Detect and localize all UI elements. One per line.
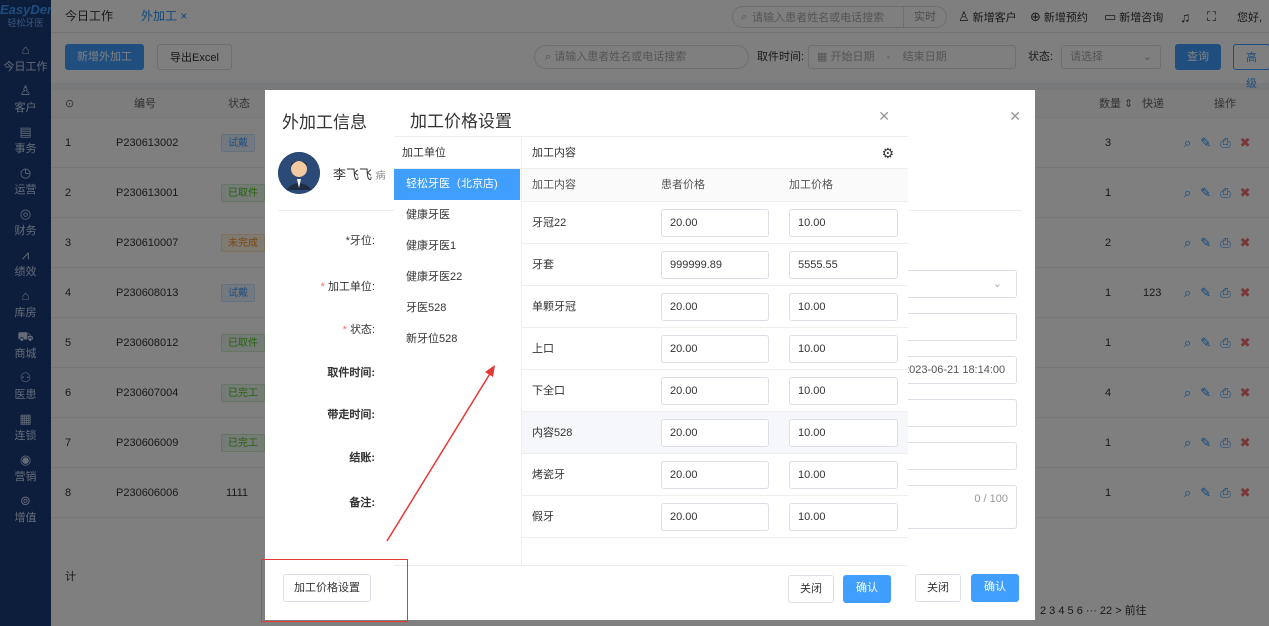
gear-icon[interactable]: ⚙ [881, 137, 894, 169]
price-item-name: 单颗牙冠 [532, 301, 576, 313]
process-price-input[interactable]: 10.00 [789, 377, 898, 405]
price-close-button[interactable]: 关闭 [788, 575, 834, 603]
patient-name-text: 李飞飞 [333, 167, 373, 182]
price-item-name: 上口 [532, 343, 554, 355]
state-label-text: 状态: [349, 324, 375, 336]
takeaway-time-input[interactable] [905, 399, 1017, 427]
unit-item[interactable]: 轻松牙医（北京店) [394, 169, 520, 200]
patient-price-input[interactable]: 20.00 [661, 503, 769, 531]
col-process-price: 加工价格 [789, 179, 833, 191]
price-confirm-button[interactable]: 确认 [843, 575, 891, 603]
process-price-input[interactable]: 10.00 [789, 293, 898, 321]
price-item-name: 内容528 [532, 427, 573, 439]
close-icon[interactable]: ✕ [1009, 108, 1021, 125]
unit-item[interactable]: 牙医528 [394, 293, 521, 324]
price-row: 牙套 999999.89 5555.55 [522, 244, 908, 286]
outer-close-button[interactable]: 关闭 [915, 574, 961, 602]
process-price-input[interactable]: 10.00 [789, 503, 898, 531]
price-row: 下全口 20.00 10.00 [522, 370, 908, 412]
content-header: 加工内容 ⚙ [522, 137, 908, 169]
process-price-input[interactable]: 5555.55 [789, 251, 898, 279]
state-select[interactable] [905, 313, 1017, 341]
divider [394, 565, 908, 566]
patient-price-input[interactable]: 20.00 [661, 377, 769, 405]
state-label: * 状态: [342, 324, 375, 336]
unit-item[interactable]: 健康牙医22 [394, 262, 521, 293]
unit-item[interactable]: 健康牙医 [394, 200, 521, 231]
price-item-name: 牙套 [532, 259, 554, 271]
unit-label: * 加工单位: [320, 281, 375, 293]
patient-price-input[interactable]: 20.00 [661, 335, 769, 363]
chevron-down-icon: ⌄ [992, 278, 1002, 290]
unit-select[interactable]: ⌄ [905, 270, 1017, 298]
patient-price-input[interactable]: 20.00 [661, 419, 769, 447]
price-row: 假牙 20.00 10.00 [522, 496, 908, 538]
price-dialog-title: 加工价格设置 [410, 112, 512, 131]
col-name: 加工内容 [532, 179, 576, 191]
pickup-time-value: 2023-06-21 18:14:00 [903, 364, 1006, 376]
price-item-name: 牙冠22 [532, 217, 567, 229]
remark-textarea[interactable]: 0 / 100 [905, 485, 1017, 529]
bill-input[interactable] [905, 442, 1017, 470]
outer-dialog-title: 外加工信息 [282, 113, 367, 132]
remark-label: 备注: [349, 497, 375, 509]
avatar [278, 152, 320, 194]
price-item-name: 假牙 [532, 511, 554, 523]
price-row: 牙冠22 20.00 10.00 [522, 202, 908, 244]
bill-label: 结账: [349, 452, 375, 464]
remark-count: 0 / 100 [974, 493, 1008, 505]
units-header: 加工单位 [394, 137, 521, 169]
patient-price-input[interactable]: 20.00 [661, 293, 769, 321]
patient-name: 李飞飞 病 [333, 164, 386, 183]
patient-price-input[interactable]: 20.00 [661, 209, 769, 237]
price-content: 加工内容 ⚙ 加工内容 患者价格 加工价格 牙冠22 20.00 10.00 牙套 999… [522, 137, 908, 565]
unit-list: 加工单位 轻松牙医（北京店) 健康牙医 健康牙医1 健康牙医22 牙医528 新牙位528 [394, 137, 522, 565]
unit-item[interactable]: 健康牙医1 [394, 231, 521, 262]
pickup-label: 取件时间: [327, 367, 375, 379]
price-row: 上口 20.00 10.00 [522, 328, 908, 370]
price-row: 单颗牙冠 20.00 10.00 [522, 286, 908, 328]
close-icon[interactable]: ✕ [878, 108, 890, 125]
price-item-name: 下全口 [532, 385, 565, 397]
process-price-input[interactable]: 10.00 [789, 209, 898, 237]
takeaway-label: 带走时间: [327, 409, 375, 421]
price-row: 内容528 20.00 10.00 [522, 412, 908, 454]
annotation-box [261, 559, 408, 622]
price-row: 烤瓷牙 20.00 10.00 [522, 454, 908, 496]
price-settings-dialog: 加工价格设置 ✕ 加工单位 轻松牙医（北京店) 健康牙医 健康牙医1 健康牙医22 牙医… [394, 90, 908, 620]
process-price-input[interactable]: 10.00 [789, 461, 898, 489]
patient-price-input[interactable]: 999999.89 [661, 251, 769, 279]
pickup-time-input[interactable]: 2023-06-21 18:14:00 [903, 356, 1017, 384]
price-item-name: 烤瓷牙 [532, 469, 565, 481]
process-price-input[interactable]: 10.00 [789, 419, 898, 447]
unit-item[interactable]: 新牙位528 [394, 324, 521, 355]
patient-price-input[interactable]: 20.00 [661, 461, 769, 489]
price-table-header: 加工内容 患者价格 加工价格 [522, 169, 908, 202]
col-patient-price: 患者价格 [661, 179, 705, 191]
content-header-label: 加工内容 [532, 147, 576, 159]
outer-confirm-button[interactable]: 确认 [971, 574, 1019, 602]
process-price-input[interactable]: 10.00 [789, 335, 898, 363]
unit-label-text: 加工单位: [327, 281, 375, 293]
patient-suffix: 病 [375, 171, 386, 182]
tooth-label: *牙位: [345, 235, 375, 247]
